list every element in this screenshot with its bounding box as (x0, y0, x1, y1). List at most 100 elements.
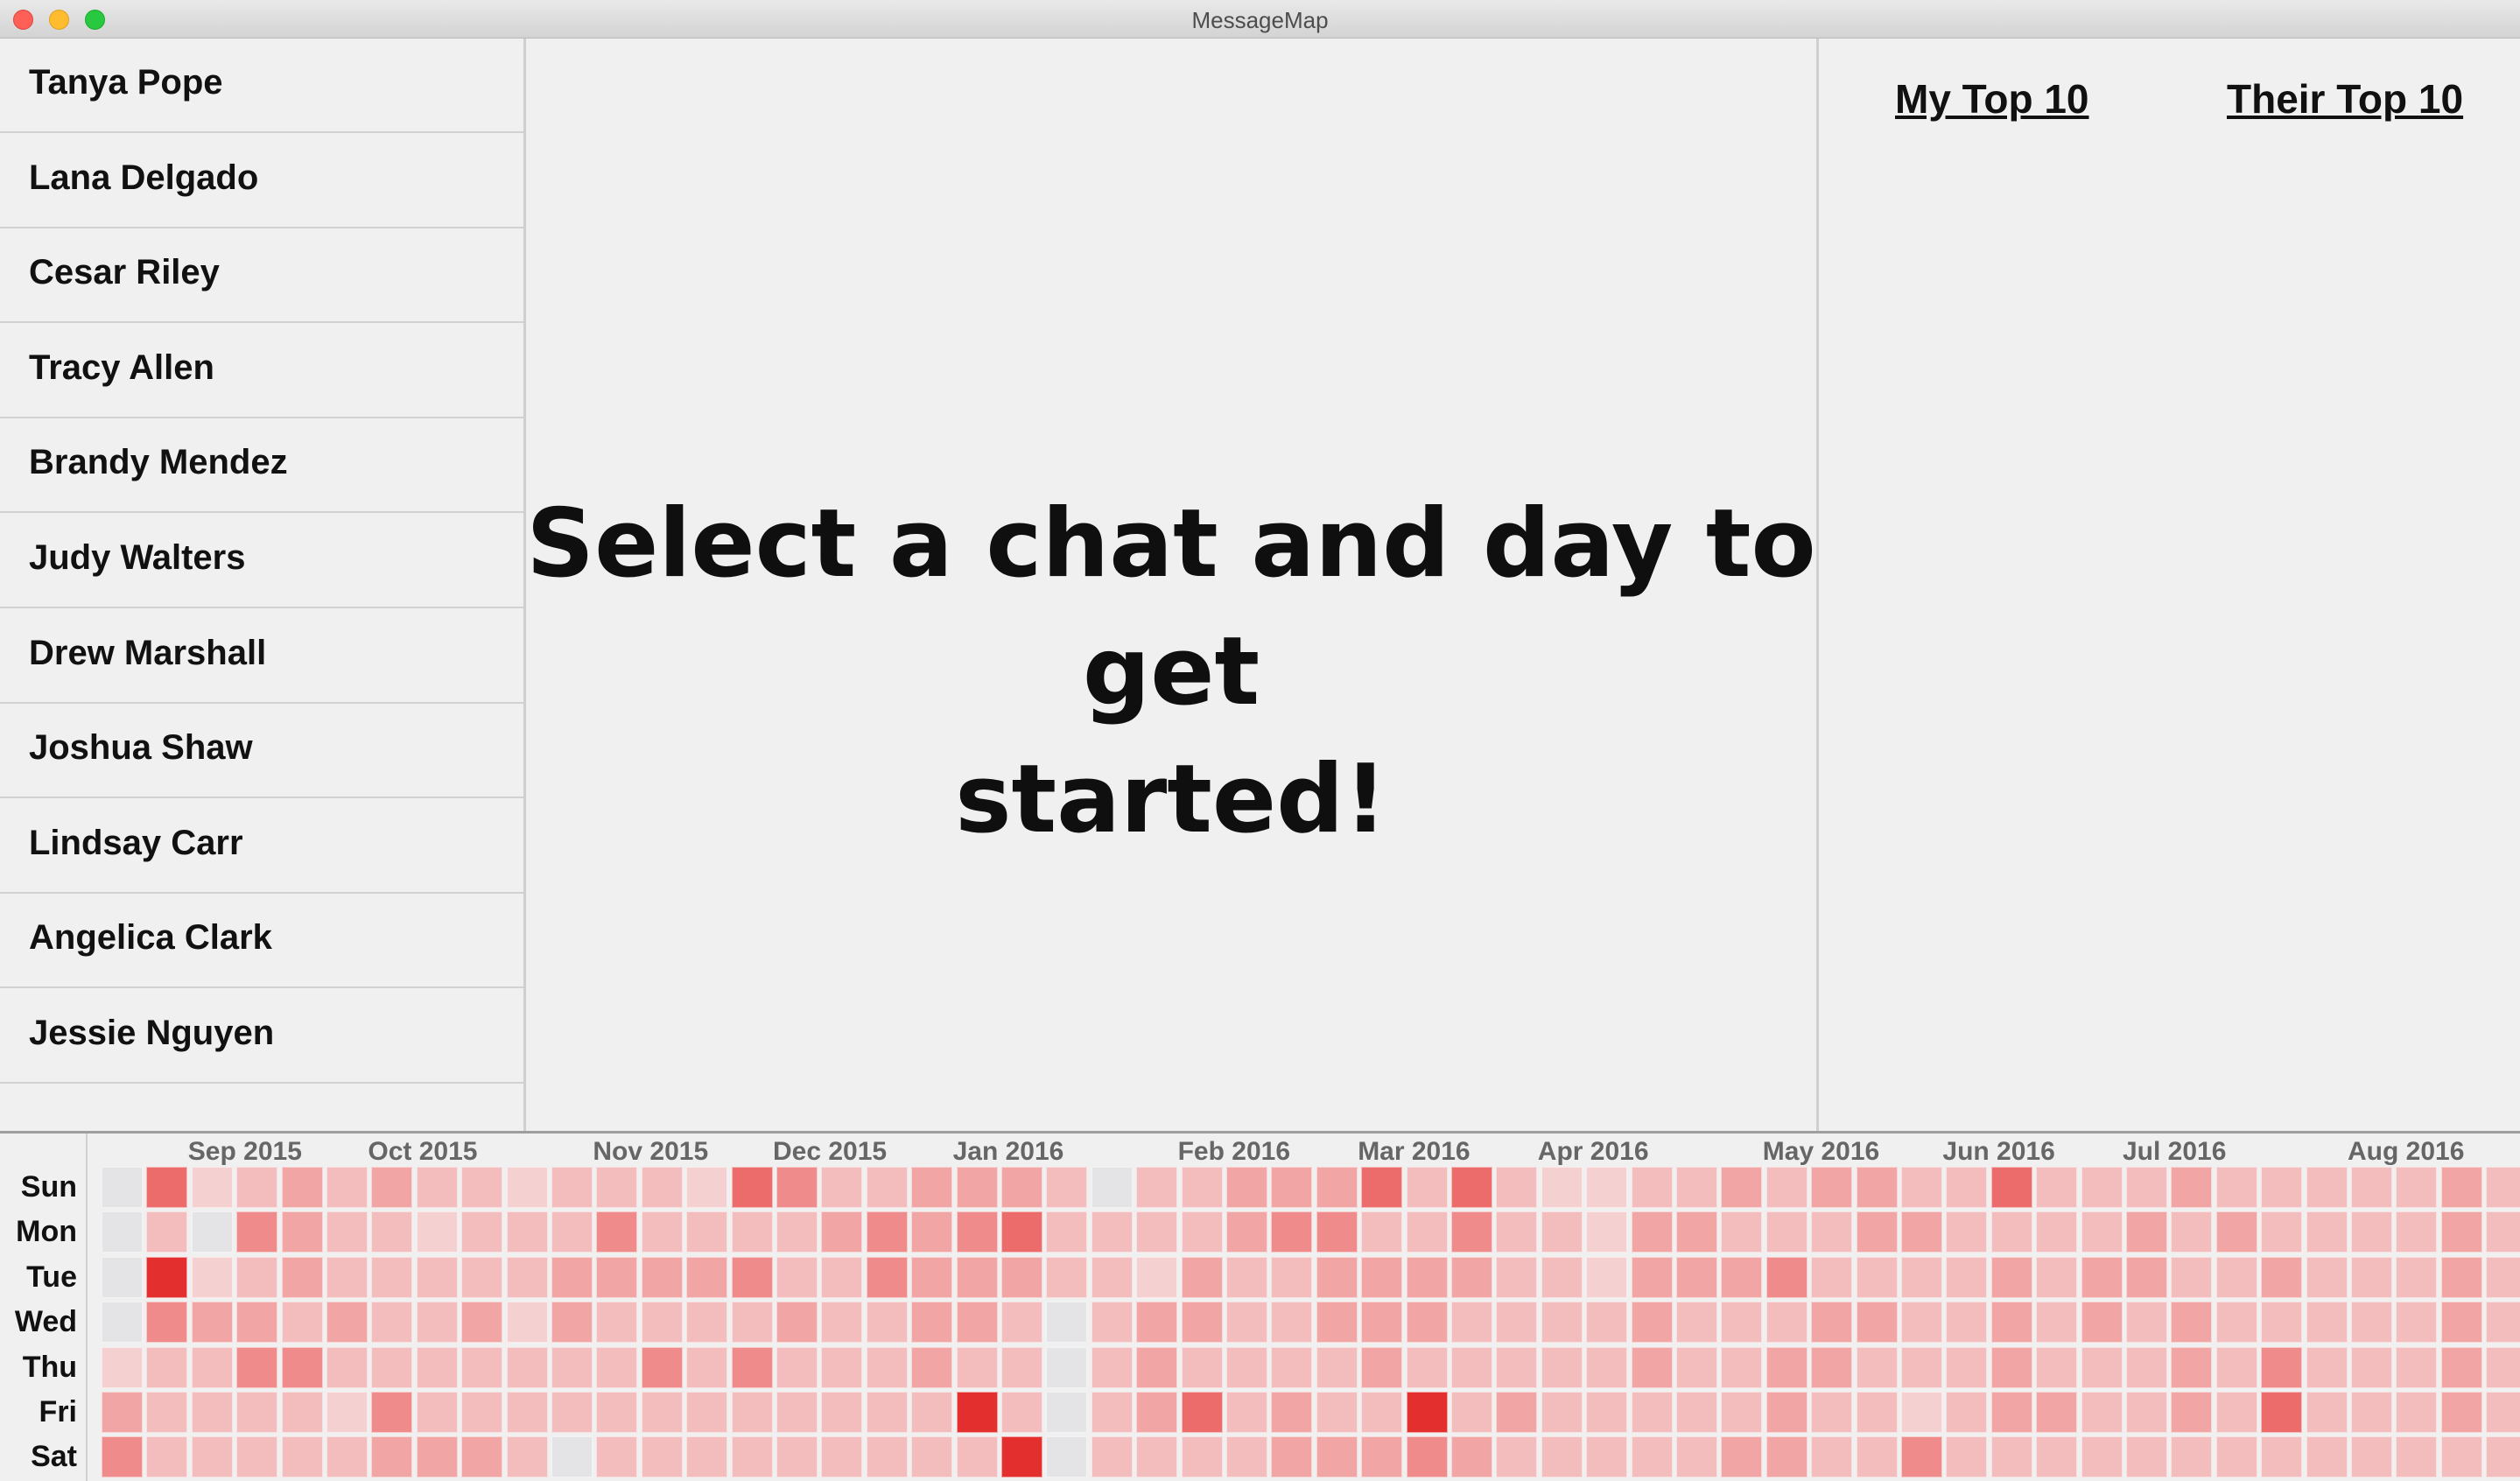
day-cell[interactable] (2171, 1436, 2213, 1478)
day-cell[interactable] (551, 1167, 593, 1208)
day-cell[interactable] (1046, 1211, 1088, 1253)
day-cell[interactable] (1811, 1211, 1853, 1253)
day-cell[interactable] (776, 1346, 818, 1388)
day-cell[interactable] (371, 1346, 413, 1388)
day-cell[interactable] (461, 1167, 503, 1208)
day-cell[interactable] (1226, 1436, 1267, 1478)
day-cell[interactable] (2486, 1392, 2520, 1433)
day-cell[interactable] (2351, 1256, 2392, 1298)
day-cell[interactable] (1316, 1167, 1358, 1208)
day-cell[interactable] (1990, 1167, 2032, 1208)
day-cell[interactable] (1316, 1211, 1358, 1253)
day-cell[interactable] (1631, 1167, 1673, 1208)
day-cell[interactable] (1856, 1346, 1898, 1388)
day-cell[interactable] (2396, 1392, 2438, 1433)
day-cell[interactable] (146, 1392, 188, 1433)
day-cell[interactable] (2486, 1346, 2520, 1388)
day-cell[interactable] (1811, 1346, 1853, 1388)
day-cell[interactable] (1001, 1302, 1042, 1344)
day-cell[interactable] (1361, 1167, 1403, 1208)
day-cell[interactable] (1541, 1167, 1583, 1208)
day-cell[interactable] (1990, 1436, 2032, 1478)
day-cell[interactable] (236, 1256, 278, 1298)
day-cell[interactable] (281, 1302, 323, 1344)
day-cell[interactable] (2171, 1346, 2213, 1388)
day-cell[interactable] (1136, 1346, 1178, 1388)
chat-item[interactable]: Brandy Mendez (0, 418, 523, 514)
day-cell[interactable] (1496, 1211, 1538, 1253)
day-cell[interactable] (461, 1436, 503, 1478)
day-cell[interactable] (416, 1256, 458, 1298)
day-cell[interactable] (1046, 1346, 1088, 1388)
day-cell[interactable] (1676, 1436, 1717, 1478)
chat-item[interactable]: Tracy Allen (0, 324, 523, 418)
day-cell[interactable] (2081, 1211, 2123, 1253)
day-cell[interactable] (146, 1256, 188, 1298)
day-cell[interactable] (1901, 1436, 1942, 1478)
day-cell[interactable] (1586, 1436, 1628, 1478)
day-cell[interactable] (236, 1436, 278, 1478)
day-cell[interactable] (1765, 1346, 1808, 1388)
day-cell[interactable] (371, 1256, 413, 1298)
day-cell[interactable] (1496, 1256, 1538, 1298)
day-cell[interactable] (1046, 1436, 1088, 1478)
day-cell[interactable] (1990, 1256, 2032, 1298)
day-cell[interactable] (731, 1256, 773, 1298)
day-cell[interactable] (776, 1436, 818, 1478)
day-cell[interactable] (461, 1392, 503, 1433)
day-cell[interactable] (371, 1392, 413, 1433)
day-cell[interactable] (1990, 1211, 2032, 1253)
day-cell[interactable] (1091, 1436, 1133, 1478)
day-cell[interactable] (1451, 1436, 1492, 1478)
day-cell[interactable] (2171, 1392, 2213, 1433)
day-cell[interactable] (1271, 1302, 1313, 1344)
chat-item[interactable]: Drew Marshall (0, 609, 523, 704)
day-cell[interactable] (1541, 1302, 1583, 1344)
day-cell[interactable] (911, 1346, 953, 1388)
day-cell[interactable] (1856, 1302, 1898, 1344)
day-cell[interactable] (2306, 1167, 2348, 1208)
day-cell[interactable] (2440, 1211, 2482, 1253)
day-cell[interactable] (1001, 1346, 1042, 1388)
day-cell[interactable] (2396, 1211, 2438, 1253)
day-cell[interactable] (641, 1167, 683, 1208)
day-cell[interactable] (1901, 1167, 1942, 1208)
day-cell[interactable] (1406, 1302, 1448, 1344)
day-cell[interactable] (1001, 1392, 1042, 1433)
day-cell[interactable] (281, 1167, 323, 1208)
day-cell[interactable] (2126, 1302, 2167, 1344)
day-cell[interactable] (1361, 1302, 1403, 1344)
day-cell[interactable] (1765, 1211, 1808, 1253)
day-cell[interactable] (416, 1392, 458, 1433)
day-cell[interactable] (686, 1302, 728, 1344)
day-cell[interactable] (731, 1346, 773, 1388)
day-cell[interactable] (2036, 1211, 2078, 1253)
day-cell[interactable] (1226, 1211, 1267, 1253)
chat-item[interactable]: Jessie Nguyen (0, 989, 523, 1084)
day-cell[interactable] (1856, 1167, 1898, 1208)
day-cell[interactable] (2440, 1167, 2482, 1208)
day-cell[interactable] (281, 1211, 323, 1253)
day-cell[interactable] (821, 1211, 863, 1253)
day-cell[interactable] (1946, 1436, 1988, 1478)
day-cell[interactable] (1271, 1392, 1313, 1433)
day-cell[interactable] (551, 1302, 593, 1344)
day-cell[interactable] (776, 1167, 818, 1208)
day-cell[interactable] (776, 1256, 818, 1298)
day-cell[interactable] (1631, 1302, 1673, 1344)
day-cell[interactable] (1046, 1167, 1088, 1208)
day-cell[interactable] (1765, 1302, 1808, 1344)
day-cell[interactable] (1676, 1346, 1717, 1388)
day-cell[interactable] (506, 1302, 548, 1344)
day-cell[interactable] (326, 1346, 368, 1388)
day-cell[interactable] (641, 1211, 683, 1253)
day-cell[interactable] (821, 1346, 863, 1388)
their-top-10-link[interactable]: Their Top 10 (2227, 75, 2463, 123)
day-cell[interactable] (2261, 1392, 2303, 1433)
chat-item[interactable]: Angelica Clark (0, 894, 523, 989)
chat-item[interactable]: Joshua Shaw (0, 704, 523, 799)
day-cell[interactable] (731, 1302, 773, 1344)
day-cell[interactable] (1226, 1167, 1267, 1208)
day-cell[interactable] (1541, 1256, 1583, 1298)
day-cell[interactable] (2036, 1436, 2078, 1478)
